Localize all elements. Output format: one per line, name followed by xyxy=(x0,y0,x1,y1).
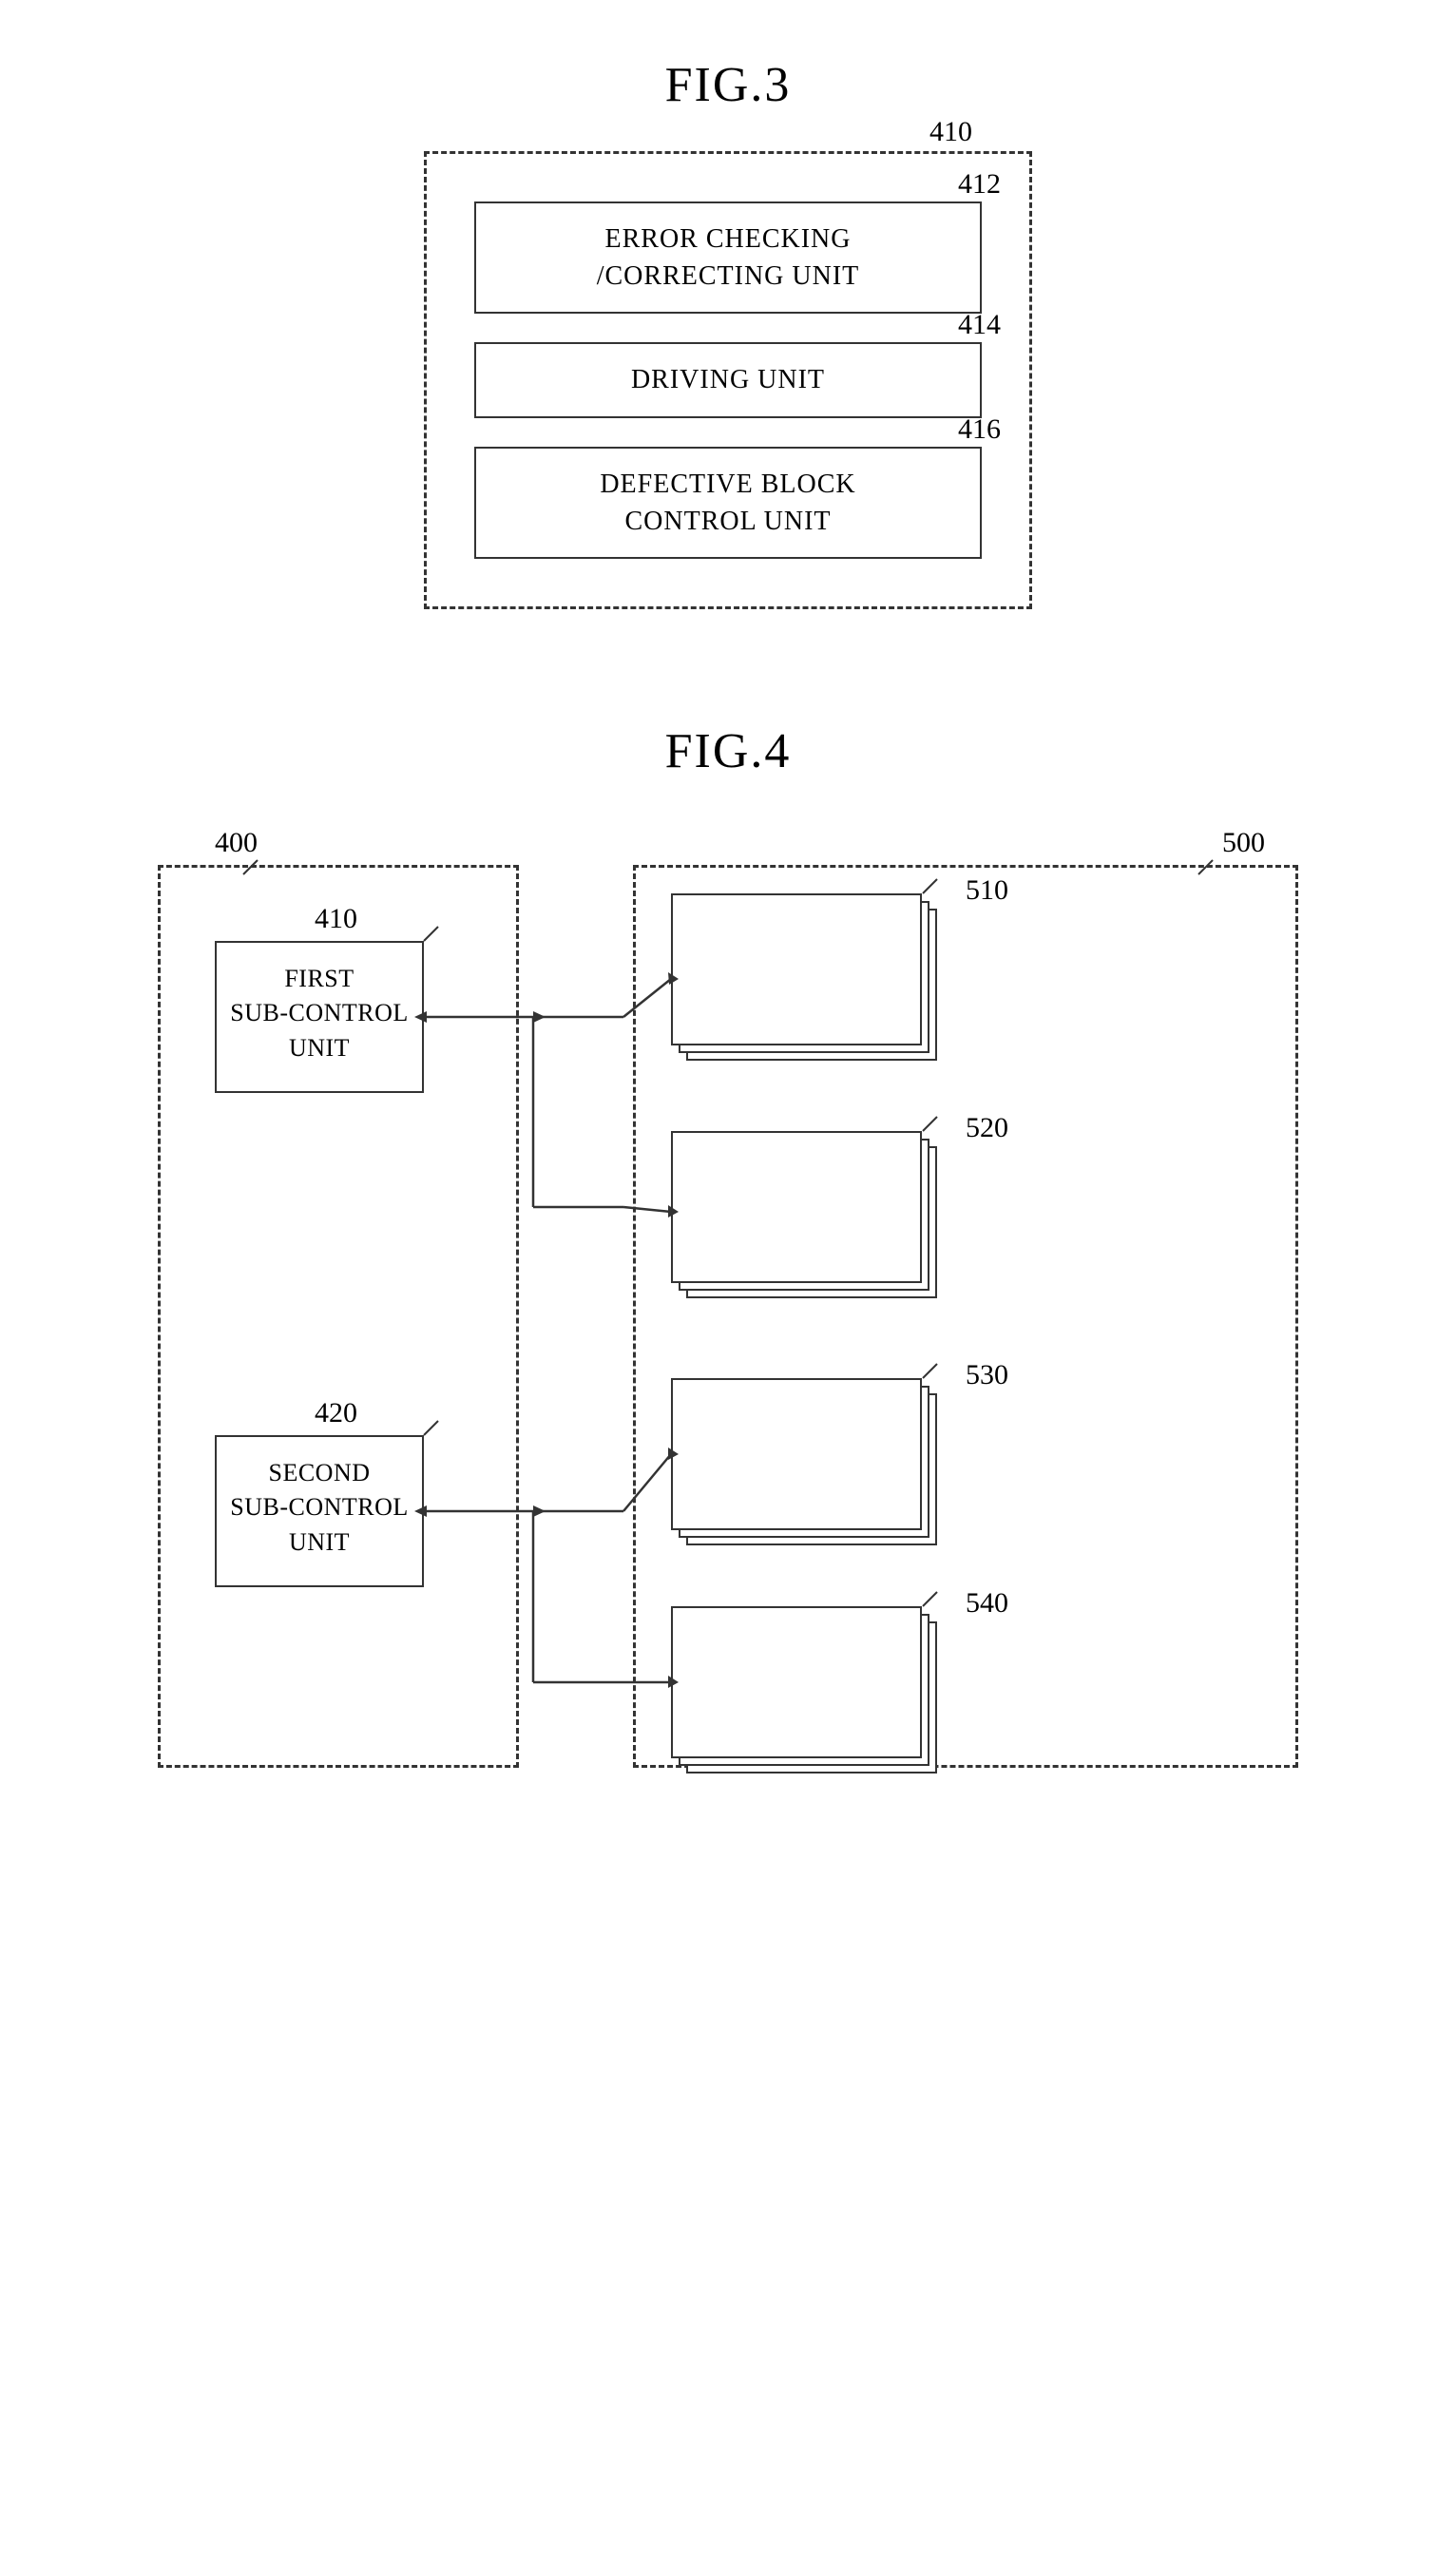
first-sub-control-unit: FIRSTSUB-CONTROLUNIT xyxy=(215,941,424,1093)
ref-fig4-510: 510 xyxy=(966,874,1008,907)
unit-box-416: DEFECTIVE BLOCKCONTROL UNIT xyxy=(474,447,982,559)
ref-fig4-530: 530 xyxy=(966,1359,1008,1391)
ref-412: 412 xyxy=(958,168,1001,201)
ref-fig4-410: 410 xyxy=(315,903,357,935)
ref-fig4-540: 540 xyxy=(966,1587,1008,1620)
ref-410: 410 xyxy=(929,116,972,148)
mem-stack-540 xyxy=(671,1606,937,1777)
fig4-container: 400 500 410 420 510 520 530 540 FIRSTSUB… xyxy=(158,817,1298,1863)
unit-box-414-text: DRIVING UNIT xyxy=(505,361,951,398)
ref-fig4-520: 520 xyxy=(966,1112,1008,1144)
fig3-title: FIG.3 xyxy=(665,57,792,113)
unit-box-412-text: ERROR CHECKING/CORRECTING UNIT xyxy=(505,220,951,295)
fig3-section: FIG.3 410 412 ERROR CHECKING/CORRECTING … xyxy=(424,57,1032,609)
first-sub-control-text: FIRSTSUB-CONTROLUNIT xyxy=(226,962,412,1065)
mem-pages-520 xyxy=(671,1131,937,1302)
unit-box-414: DRIVING UNIT xyxy=(474,342,982,417)
mem-pages-540 xyxy=(671,1606,937,1777)
mem-stack-530 xyxy=(671,1378,937,1549)
ref-416: 416 xyxy=(958,413,1001,446)
ref-414: 414 xyxy=(958,309,1001,341)
second-sub-control-unit: SECONDSUB-CONTROLUNIT xyxy=(215,1435,424,1587)
fig4-section: FIG.4 400 500 410 420 510 520 530 540 FI… xyxy=(158,723,1298,1863)
fig3-outer-box: 410 412 ERROR CHECKING/CORRECTING UNIT 4… xyxy=(424,151,1032,609)
fig4-title: FIG.4 xyxy=(665,723,792,779)
mem-pages-530 xyxy=(671,1378,937,1549)
mem-page-front xyxy=(671,893,922,1045)
mem-stack-510 xyxy=(671,893,937,1064)
ref-fig4-400: 400 xyxy=(215,827,258,859)
mem-page-front xyxy=(671,1131,922,1283)
ref-fig4-500: 500 xyxy=(1222,827,1265,859)
mem-page-front xyxy=(671,1378,922,1530)
second-sub-control-text: SECONDSUB-CONTROLUNIT xyxy=(226,1456,412,1560)
ref-fig4-420: 420 xyxy=(315,1397,357,1429)
mem-page-front xyxy=(671,1606,922,1758)
mem-stack-520 xyxy=(671,1131,937,1302)
mem-pages-510 xyxy=(671,893,937,1064)
page: FIG.3 410 412 ERROR CHECKING/CORRECTING … xyxy=(0,0,1456,2550)
unit-box-412: ERROR CHECKING/CORRECTING UNIT xyxy=(474,201,982,314)
unit-box-416-text: DEFECTIVE BLOCKCONTROL UNIT xyxy=(505,466,951,540)
